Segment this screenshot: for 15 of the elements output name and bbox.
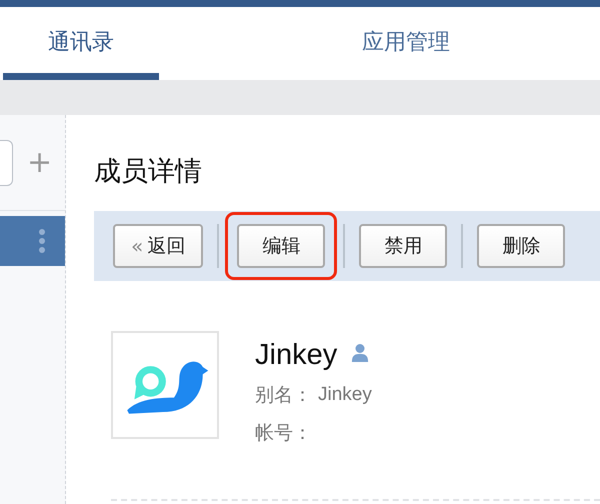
toolbar-button[interactable]: 编辑 (237, 224, 326, 268)
field-value: Jinkey (318, 384, 372, 406)
person-icon (351, 343, 370, 363)
toolbar-button[interactable]: 禁用 (359, 224, 448, 268)
page-title: 成员详情 (94, 155, 203, 189)
sidebar-item[interactable] (0, 216, 65, 266)
field-label: 帐号： (255, 421, 312, 446)
member-name: Jinkey (255, 338, 338, 372)
toolbar-button[interactable]: 删除 (477, 224, 566, 268)
back-button[interactable]: « 返回 (113, 224, 204, 268)
tab[interactable]: 应用管理 (251, 7, 561, 80)
search-field[interactable] (0, 140, 13, 186)
more-icon[interactable] (39, 229, 45, 253)
field-label: 别名： (255, 383, 312, 408)
chevron-icon: « (131, 234, 144, 258)
